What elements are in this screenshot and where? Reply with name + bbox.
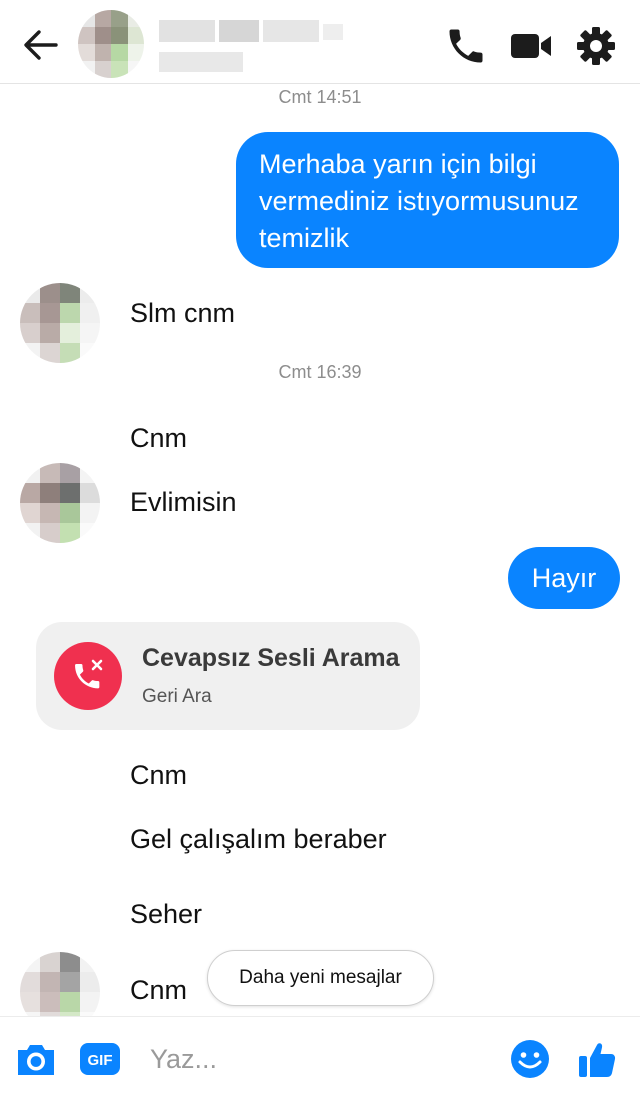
message-composer: GIF bbox=[0, 1016, 640, 1099]
camera-icon bbox=[18, 1045, 54, 1075]
gear-icon bbox=[577, 27, 615, 65]
incoming-message[interactable]: Evlimisin bbox=[112, 471, 255, 533]
contact-avatar-small bbox=[20, 283, 100, 363]
incoming-message[interactable]: Cnm bbox=[112, 959, 205, 1021]
conversation-header bbox=[0, 0, 640, 84]
incoming-message[interactable]: Gel çalışalım beraber bbox=[112, 808, 405, 870]
outgoing-message[interactable]: Merhaba yarın için bilgi vermediniz istı… bbox=[236, 132, 619, 268]
arrow-left-icon bbox=[24, 30, 58, 60]
video-call-button[interactable] bbox=[509, 24, 553, 68]
outgoing-message[interactable]: Hayır bbox=[508, 547, 620, 609]
contact-name[interactable] bbox=[155, 12, 345, 78]
timestamp: Cmt 16:39 bbox=[278, 362, 362, 382]
emoji-icon bbox=[511, 1040, 549, 1078]
thumbs-up-icon bbox=[579, 1043, 616, 1077]
incoming-message[interactable]: Slm cnm bbox=[112, 282, 253, 344]
phone-icon bbox=[449, 29, 483, 63]
missed-call-title: Cevapsız Sesli Arama bbox=[142, 644, 400, 672]
thumbs-up-button[interactable] bbox=[576, 1037, 620, 1081]
incoming-message[interactable]: Seher bbox=[112, 883, 220, 945]
video-camera-icon bbox=[511, 34, 551, 58]
contact-avatar[interactable] bbox=[78, 10, 144, 78]
gif-icon: GIF bbox=[80, 1043, 120, 1075]
settings-button[interactable] bbox=[574, 24, 618, 68]
contact-avatar-small bbox=[20, 463, 100, 543]
svg-text:GIF: GIF bbox=[88, 1052, 113, 1069]
voice-call-button[interactable] bbox=[444, 24, 488, 68]
emoji-button[interactable] bbox=[508, 1037, 552, 1081]
message-input[interactable] bbox=[150, 1035, 480, 1083]
timestamp: Cmt 14:51 bbox=[278, 87, 362, 107]
missed-call-card[interactable]: Cevapsız Sesli Arama Geri Ara bbox=[36, 622, 420, 730]
back-button[interactable] bbox=[18, 22, 64, 68]
missed-call-phone-icon bbox=[54, 642, 122, 710]
incoming-message[interactable]: Cnm bbox=[112, 407, 205, 469]
call-back-link[interactable]: Geri Ara bbox=[142, 686, 212, 708]
camera-button[interactable] bbox=[14, 1037, 58, 1081]
incoming-message[interactable]: Cnm bbox=[112, 744, 205, 806]
newer-messages-button[interactable]: Daha yeni mesajlar bbox=[207, 950, 434, 1006]
gif-button[interactable]: GIF bbox=[78, 1037, 122, 1081]
